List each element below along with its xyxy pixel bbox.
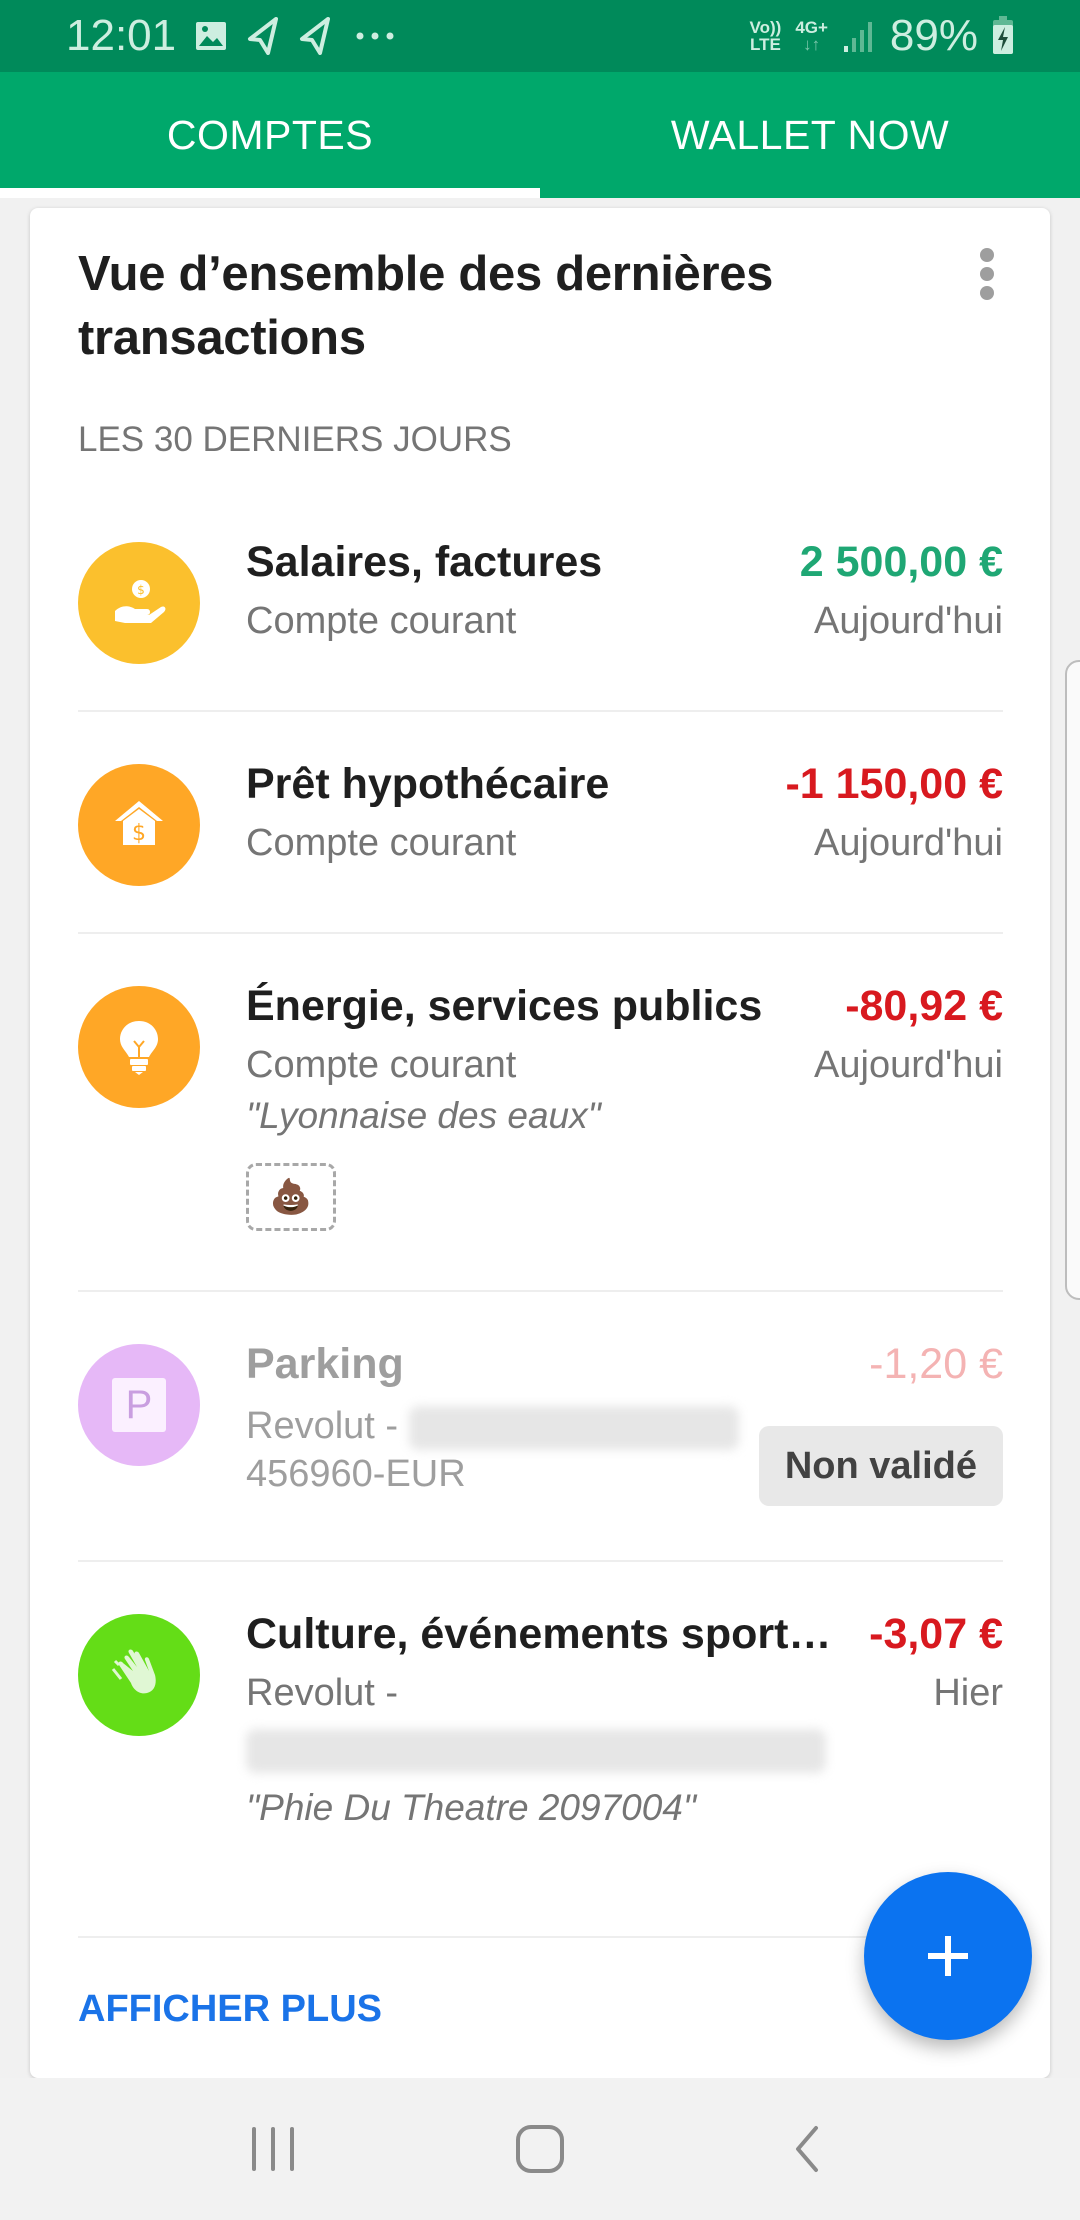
- home-icon: [515, 2125, 564, 2173]
- poop-emoji-icon: 💩: [269, 1178, 313, 1216]
- transaction-row[interactable]: Énergie, services publics -80,92 € Compt…: [78, 982, 1003, 1272]
- telegram-icon: [246, 17, 280, 55]
- more-notifications-icon: [350, 31, 400, 41]
- signal-icon: [842, 18, 876, 54]
- attachment-thumbnail[interactable]: 💩: [246, 1163, 336, 1231]
- transaction-date: Aujourd'hui: [814, 1044, 1003, 1086]
- parking-icon: P: [78, 1344, 200, 1466]
- status-time: 12:01: [66, 11, 177, 60]
- back-button[interactable]: [747, 2099, 867, 2199]
- divider: [78, 1560, 1003, 1562]
- transaction-date: Aujourd'hui: [814, 822, 1003, 864]
- transaction-note: "Phie Du Theatre 2097004": [246, 1787, 697, 1828]
- transaction-row[interactable]: Culture, événements sport… -3,07 € Revol…: [78, 1610, 1003, 1850]
- transaction-amount: -3,07 €: [869, 1610, 1003, 1658]
- recent-apps-icon: [252, 2127, 295, 2171]
- transaction-note: "Lyonnaise des eaux": [246, 1095, 601, 1136]
- divider: [78, 1290, 1003, 1292]
- transaction-amount: -1,20 €: [869, 1340, 1003, 1388]
- tab-bar: COMPTES WALLET NOW: [0, 72, 1080, 198]
- card-title: Vue d’ensemble des dernières transaction…: [78, 247, 774, 365]
- transaction-date: Aujourd'hui: [814, 600, 1003, 642]
- svg-text:$: $: [137, 583, 145, 597]
- plus-icon: [928, 1936, 968, 1976]
- more-options-icon[interactable]: [972, 242, 1002, 306]
- transaction-amount: 2 500,00 €: [799, 538, 1003, 586]
- transaction-row[interactable]: P Parking -1,20 € Revolut - 456960-EUR N…: [78, 1340, 1003, 1530]
- transaction-date: Hier: [933, 1672, 1003, 1714]
- tab-wallet-now[interactable]: WALLET NOW: [540, 72, 1080, 198]
- recent-transactions-card: Vue d’ensemble des dernières transaction…: [30, 208, 1050, 2078]
- add-transaction-button[interactable]: [864, 1872, 1032, 2040]
- back-icon: [795, 2126, 818, 2172]
- image-icon: [194, 19, 228, 53]
- tab-comptes[interactable]: COMPTES: [0, 72, 540, 198]
- volte-indicator: Vo)) LTE: [749, 18, 782, 54]
- status-badge: Non validé: [758, 1426, 1003, 1506]
- recent-apps-button[interactable]: [213, 2099, 333, 2199]
- telegram-icon: [298, 17, 332, 55]
- transaction-account: Revolut -: [246, 1405, 399, 1447]
- redacted-account-number: [246, 1729, 826, 1773]
- battery-charging-icon: [992, 16, 1014, 56]
- show-more-link[interactable]: AFFICHER PLUS: [78, 1988, 382, 2031]
- period-subheader: LES 30 DERNIERS JOURS: [78, 420, 512, 459]
- battery-percent: 89%: [889, 11, 978, 60]
- divider: [78, 710, 1003, 712]
- svg-text:$: $: [132, 821, 146, 846]
- lightbulb-icon: [78, 986, 200, 1108]
- network-type-indicator: 4G+ ↓↑: [795, 18, 828, 54]
- system-navigation-bar: [0, 2078, 1080, 2220]
- status-bar: 12:01 Vo)) LTE 4G+ ↓↑ 89%: [0, 0, 1080, 72]
- transaction-account-suffix: 456960-EUR: [246, 1453, 466, 1495]
- divider: [78, 1936, 1003, 1938]
- house-dollar-icon: $: [78, 764, 200, 886]
- transaction-row[interactable]: $ Prêt hypothécaire -1 150,00 € Compte c…: [78, 760, 1003, 890]
- transaction-account: Revolut -: [246, 1672, 399, 1714]
- divider: [78, 932, 1003, 934]
- transaction-amount: -80,92 €: [845, 982, 1003, 1030]
- clapping-hands-icon: [78, 1614, 200, 1736]
- home-button[interactable]: [480, 2099, 600, 2199]
- transaction-row[interactable]: $ Salaires, factures 2 500,00 € Compte c…: [78, 538, 1003, 668]
- redacted-account-number: [408, 1405, 739, 1450]
- hand-coin-icon: $: [78, 542, 200, 664]
- transaction-amount: -1 150,00 €: [785, 760, 1003, 808]
- scrollbar[interactable]: [1065, 660, 1080, 1300]
